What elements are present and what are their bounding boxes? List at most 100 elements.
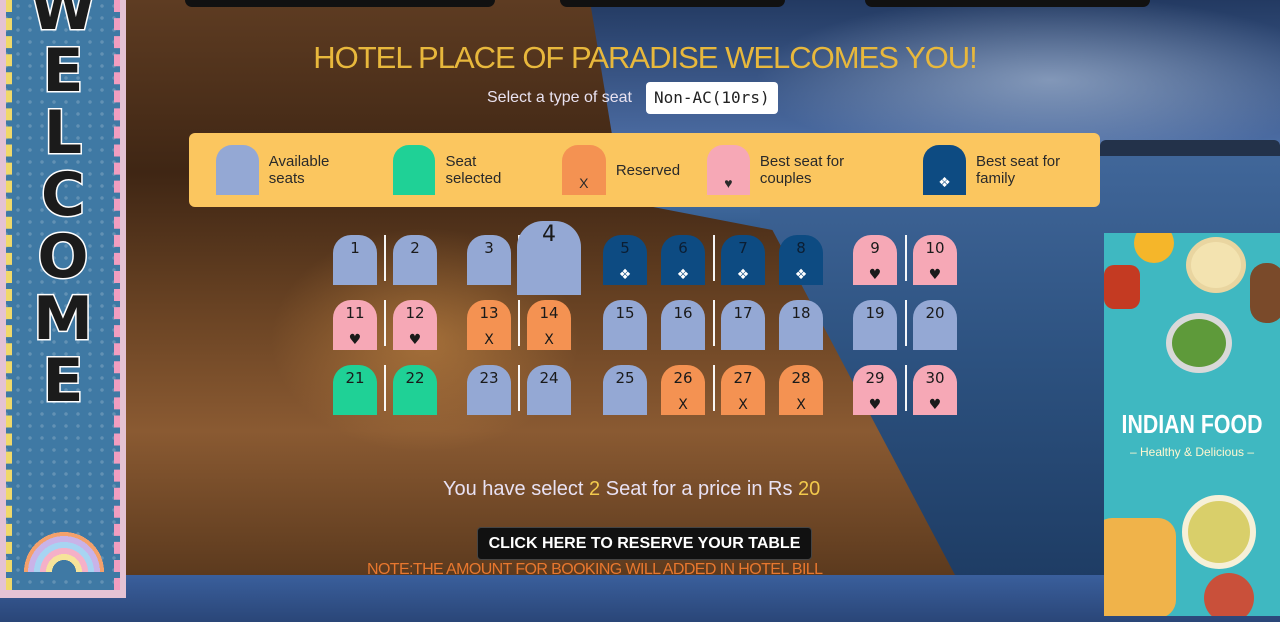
- summary-count: 2: [589, 478, 601, 500]
- legend-swatch-family: ❖: [923, 145, 966, 195]
- aisle-divider: [713, 365, 715, 411]
- legend-label: Reserved: [615, 161, 681, 179]
- summary-price: 20: [798, 478, 821, 500]
- chutney-bowl-icon: [1104, 265, 1140, 309]
- summary-prefix: You have select: [443, 478, 584, 500]
- seat-number: 17: [733, 304, 753, 322]
- seat-17[interactable]: 17: [721, 300, 765, 350]
- samosa-plate-icon: [1104, 518, 1176, 616]
- seat-number: 16: [673, 304, 693, 322]
- welcome-letter: C: [39, 160, 86, 230]
- background-horizon: [1100, 140, 1280, 156]
- seat-number: 21: [345, 369, 365, 387]
- aisle-divider: [384, 235, 386, 281]
- legend-label: Best seat for family: [975, 153, 1061, 187]
- family-icon: ❖: [618, 267, 632, 283]
- reserved-x-icon: X: [678, 397, 688, 413]
- seat-number: 30: [925, 369, 945, 387]
- top-bar-left: [185, 0, 495, 7]
- rice-plate-icon: [1186, 237, 1246, 293]
- seat-type-row: Select a type of seat Non-AC(10rs): [487, 82, 778, 114]
- aisle-divider: [518, 300, 520, 346]
- aisle-divider: [713, 235, 715, 281]
- food-bowl-icon: [1134, 233, 1174, 263]
- hand-icon: [1250, 263, 1280, 323]
- rainbow-icon: [24, 524, 104, 572]
- legend-swatch-selected: [392, 145, 436, 195]
- welcome-letter: O: [36, 222, 90, 292]
- welcome-letter: L: [42, 98, 83, 168]
- seat-number: 27: [733, 369, 753, 387]
- seat-7[interactable]: 7 ❖: [721, 235, 765, 285]
- heart-icon: ♥: [348, 332, 362, 348]
- seat-12[interactable]: 12 ♥: [393, 300, 437, 350]
- seat-number: 10: [925, 239, 945, 257]
- seat-27[interactable]: 27 X: [721, 365, 765, 415]
- legend-label: Best seat for couples: [759, 153, 845, 187]
- seat-16[interactable]: 16: [661, 300, 705, 350]
- seat-25[interactable]: 25: [603, 365, 647, 415]
- seat-4[interactable]: 4: [517, 221, 581, 295]
- aisle-divider: [384, 300, 386, 346]
- seat-19[interactable]: 19: [853, 300, 897, 350]
- curry-bowl-icon: [1166, 313, 1232, 373]
- seat-13[interactable]: 13 X: [467, 300, 511, 350]
- bottom-strip: [0, 575, 1280, 622]
- legend-label: Seat selected: [445, 153, 502, 187]
- legend-item-selected: Seat selected: [392, 145, 534, 195]
- seat-18[interactable]: 18: [779, 300, 823, 350]
- seat-10[interactable]: 10 ♥: [913, 235, 957, 285]
- seat-8[interactable]: 8 ❖: [779, 235, 823, 285]
- seat-3[interactable]: 3: [467, 235, 511, 285]
- indian-food-ad[interactable]: INDIAN FOOD – Healthy & Delicious –: [1104, 233, 1280, 616]
- seat-number: 13: [479, 304, 499, 322]
- seat-20[interactable]: 20: [913, 300, 957, 350]
- legend-label: Available seats: [268, 153, 330, 187]
- seat-26[interactable]: 26 X: [661, 365, 705, 415]
- family-icon: ❖: [794, 267, 808, 283]
- seat-number: 22: [405, 369, 425, 387]
- seat-15[interactable]: 15: [603, 300, 647, 350]
- seat-number: 26: [673, 369, 693, 387]
- legend-swatch-reserved: X: [561, 145, 606, 195]
- top-bar-right: [865, 0, 1150, 7]
- seat-number: 6: [678, 239, 688, 257]
- seat-5[interactable]: 5 ❖: [603, 235, 647, 285]
- aisle-divider: [518, 365, 520, 411]
- seat-28[interactable]: 28 X: [779, 365, 823, 415]
- seat-22[interactable]: 22: [393, 365, 437, 415]
- seat-1[interactable]: 1: [333, 235, 377, 285]
- seat-29[interactable]: 29 ♥: [853, 365, 897, 415]
- seat-9[interactable]: 9 ♥: [853, 235, 897, 285]
- heart-icon: ♥: [408, 332, 422, 348]
- seat-number: 23: [479, 369, 499, 387]
- seat-number: 4: [542, 222, 556, 247]
- summary-middle: Seat for a price in Rs: [605, 478, 793, 500]
- seat-number: 8: [796, 239, 806, 257]
- seat-type-select[interactable]: Non-AC(10rs): [645, 82, 778, 114]
- seat-2[interactable]: 2: [393, 235, 437, 285]
- seat-legend: Available seats Seat selected X Reserved ♥ Be…: [189, 133, 1100, 207]
- seat-number: 20: [925, 304, 945, 322]
- seat-number: 29: [865, 369, 885, 387]
- seat-24[interactable]: 24: [527, 365, 571, 415]
- seat-6[interactable]: 6 ❖: [661, 235, 705, 285]
- seat-number: 19: [865, 304, 885, 322]
- seat-30[interactable]: 30 ♥: [913, 365, 957, 415]
- aisle-divider: [905, 365, 907, 411]
- welcome-letter: E: [41, 346, 85, 416]
- legend-item-available: Available seats: [216, 145, 367, 195]
- seat-number: 25: [615, 369, 635, 387]
- seat-number: 15: [615, 304, 635, 322]
- ad-title: INDIAN FOOD: [1121, 409, 1263, 439]
- seat-11[interactable]: 11 ♥: [333, 300, 377, 350]
- seat-23[interactable]: 23: [467, 365, 511, 415]
- seat-number: 28: [791, 369, 811, 387]
- page-title: HOTEL PLACE OF PARADISE WELCOMES YOU!: [313, 40, 978, 75]
- family-icon: ❖: [736, 267, 750, 283]
- seat-21[interactable]: 21: [333, 365, 377, 415]
- reserve-table-button[interactable]: CLICK HERE TO RESERVE YOUR TABLE: [477, 527, 812, 560]
- seat-14[interactable]: 14 X: [527, 300, 571, 350]
- legend-item-family: ❖ Best seat for family: [923, 145, 1100, 195]
- welcome-letter: M: [32, 284, 95, 354]
